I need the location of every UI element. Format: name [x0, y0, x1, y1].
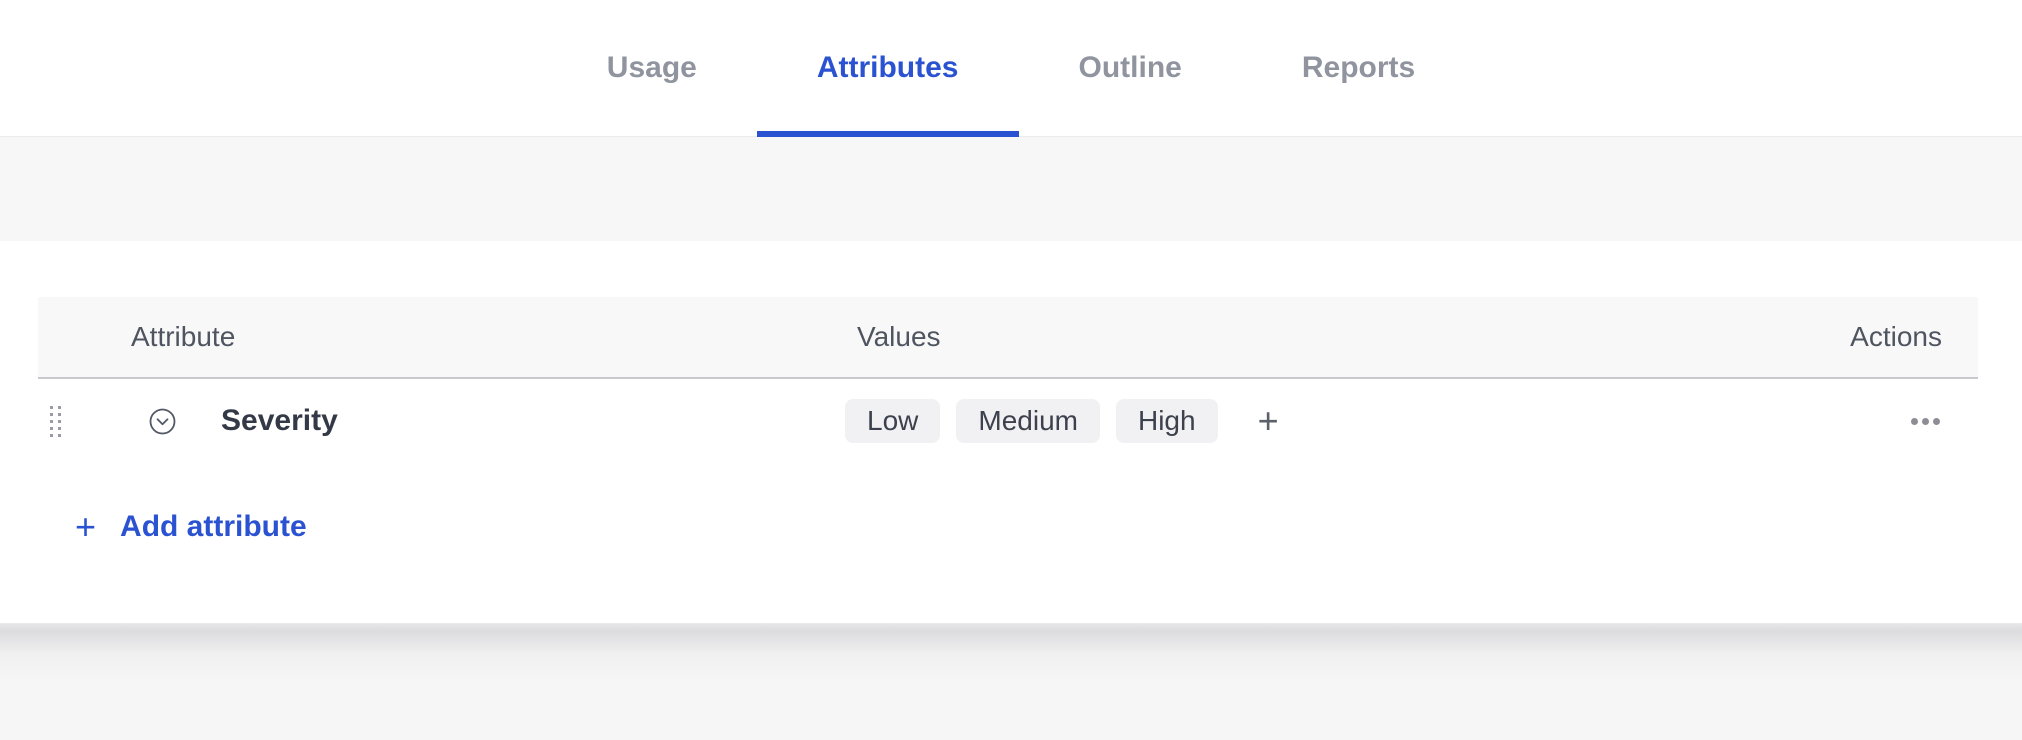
tab-attributes[interactable]: Attributes [756, 0, 1019, 137]
tab-usage[interactable]: Usage [547, 0, 757, 136]
tab-reports[interactable]: Reports [1242, 0, 1475, 136]
page-bottom-area [0, 623, 2022, 740]
tab-outline[interactable]: Outline [1019, 0, 1242, 136]
value-chip[interactable]: Low [845, 399, 941, 443]
add-attribute-label: Add attribute [120, 510, 307, 543]
column-header-values: Values [857, 321, 941, 352]
plus-icon: + [75, 506, 97, 547]
values-cell: Low Medium High + [845, 399, 1909, 443]
chevron-down-circle-icon [149, 408, 176, 434]
column-header-actions: Actions [1850, 321, 1942, 352]
tab-reports-label: Reports [1301, 51, 1416, 84]
attribute-name: Severity [221, 404, 338, 437]
sub-header-band [0, 137, 2022, 241]
value-chip[interactable]: Medium [956, 399, 1100, 443]
row-actions-menu-button[interactable] [1909, 412, 1942, 431]
plus-icon: + [1257, 400, 1279, 441]
value-chip[interactable]: High [1115, 399, 1218, 443]
ellipsis-icon [1911, 417, 1918, 425]
drag-dots-icon [50, 405, 61, 437]
tab-outline-label: Outline [1078, 51, 1182, 84]
table-row: Severity Low Medium High + [38, 379, 1978, 463]
collapse-row-button[interactable] [149, 408, 176, 435]
attributes-table: Attribute Values Actions Severity Low Me… [38, 297, 1978, 545]
table-header-row: Attribute Values Actions [38, 297, 1978, 379]
tab-bar: Usage Attributes Outline Reports [0, 0, 2022, 137]
add-value-button[interactable]: + [1254, 403, 1283, 439]
drag-handle[interactable] [50, 405, 64, 437]
add-attribute-button[interactable]: + Add attribute [75, 509, 307, 545]
attributes-panel: Attribute Values Actions Severity Low Me… [0, 241, 2022, 623]
active-tab-underline [756, 131, 1019, 137]
column-header-attribute: Attribute [131, 321, 236, 352]
actions-cell [1909, 412, 1978, 431]
tab-usage-label: Usage [606, 51, 697, 84]
attribute-cell: Severity [38, 404, 845, 438]
tab-attributes-label: Attributes [816, 51, 959, 84]
